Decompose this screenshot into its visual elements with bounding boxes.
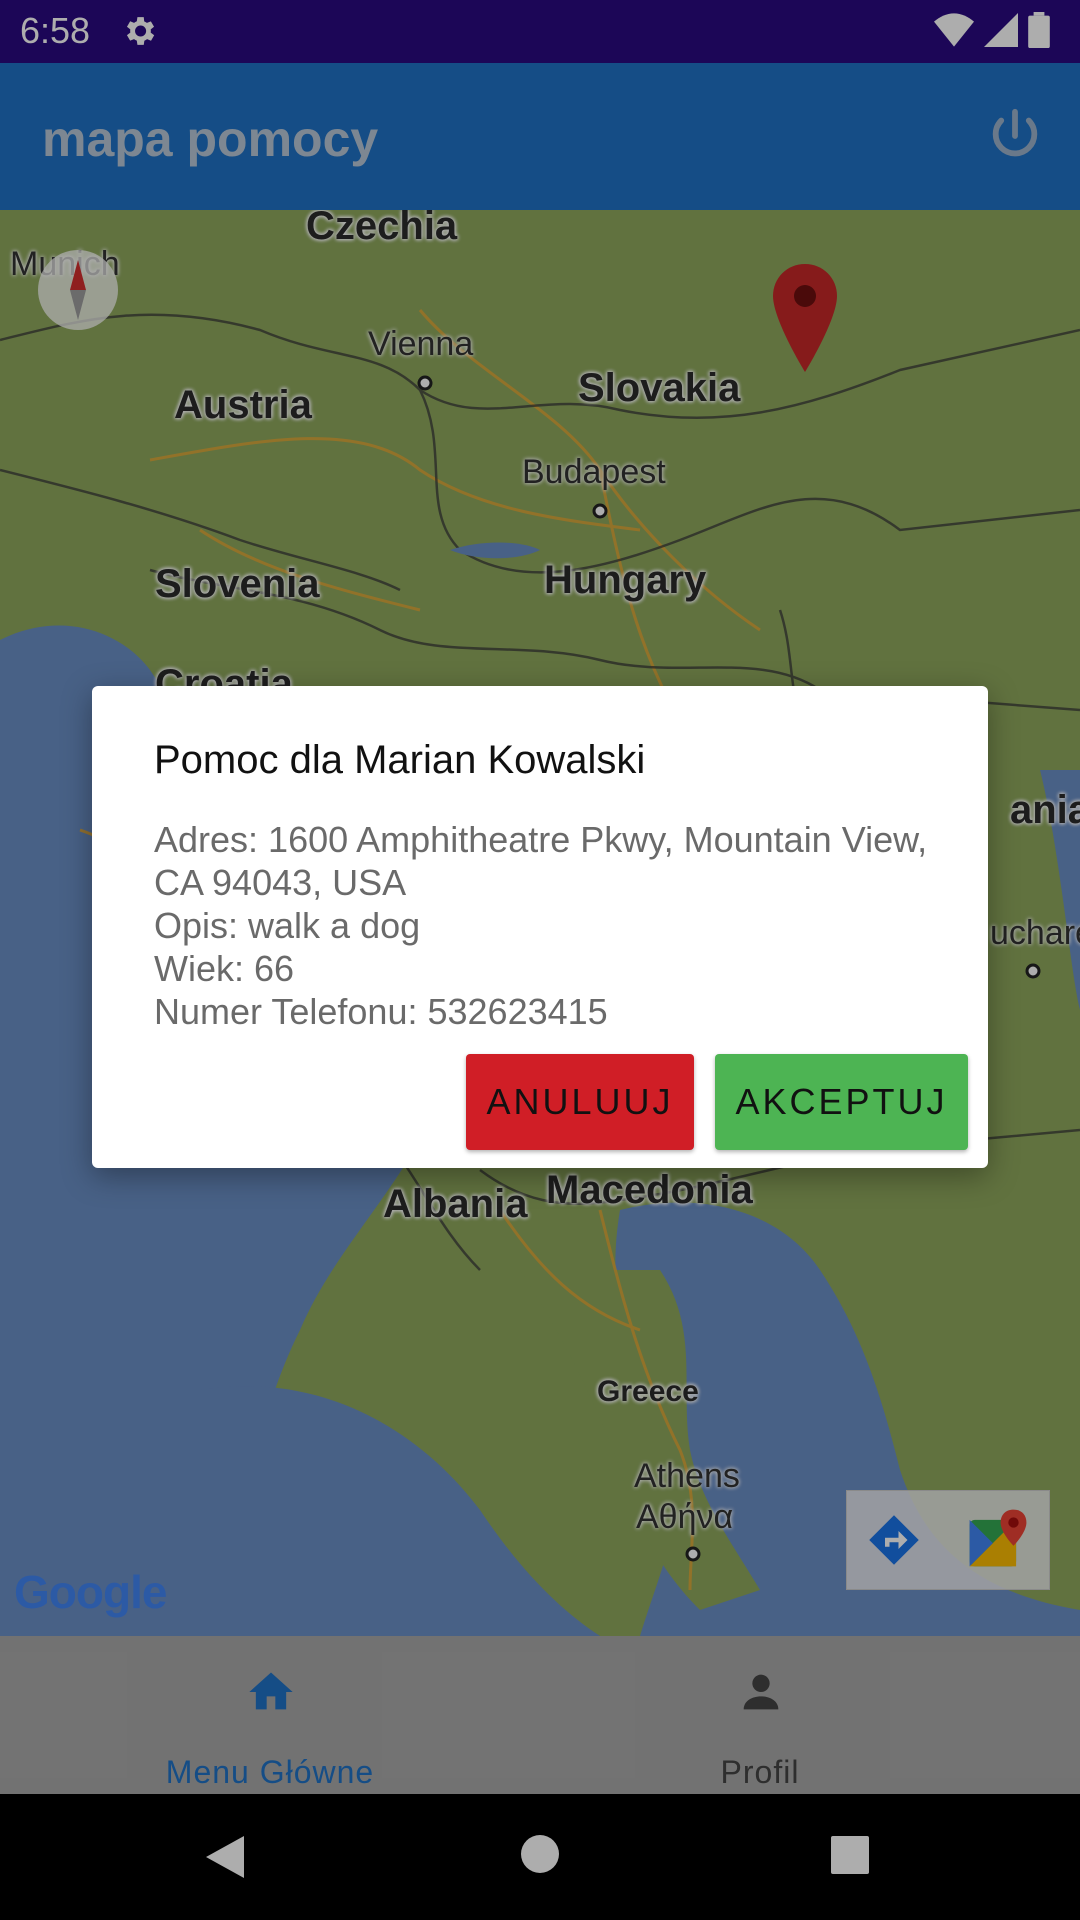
dialog-age: Wiek: 66: [154, 948, 295, 989]
dialog-phone: Numer Telefonu: 532623415: [154, 991, 608, 1032]
accept-button[interactable]: AKCEPTUJ: [715, 1054, 968, 1150]
dialog-description: Opis: walk a dog: [154, 905, 421, 946]
dialog-body: Adres: 1600 Amphitheatre Pkwy, Mountain …: [154, 818, 934, 1033]
dialog-title: Pomoc dla Marian Kowalski: [154, 738, 646, 782]
help-request-dialog: Pomoc dla Marian Kowalski Adres: 1600 Am…: [92, 686, 988, 1168]
cancel-button[interactable]: ANULUUJ: [466, 1054, 694, 1150]
dialog-address: Adres: 1600 Amphitheatre Pkwy, Mountain …: [154, 819, 928, 903]
